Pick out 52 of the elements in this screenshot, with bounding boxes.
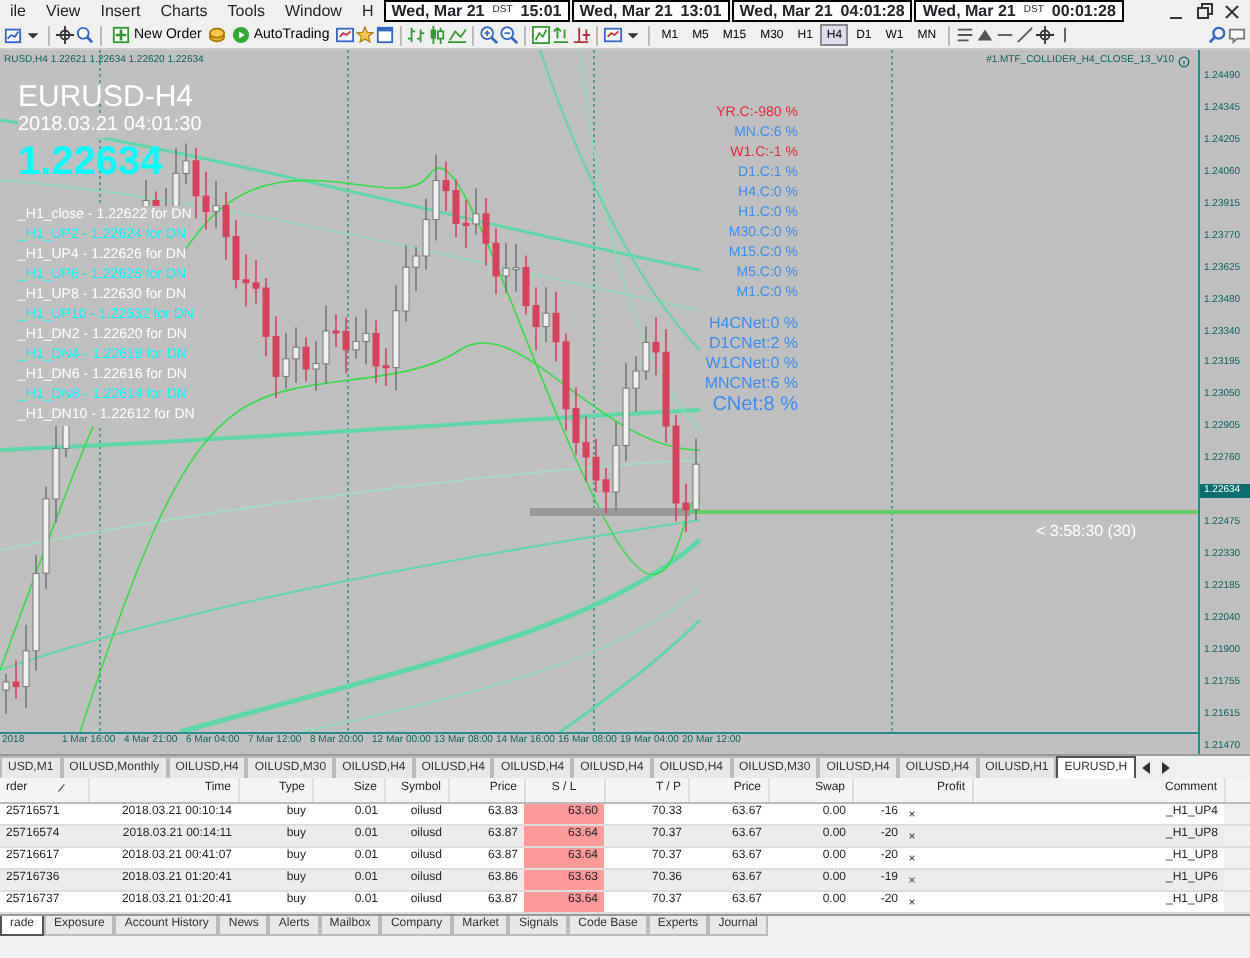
plus-icon[interactable] (112, 26, 130, 44)
menu-item[interactable]: Window (274, 0, 352, 23)
crosshair-icon[interactable] (56, 26, 74, 44)
change-stat: H4CNet:0 % (709, 314, 798, 334)
menu-item[interactable]: Tools (217, 0, 275, 23)
diagonal-line-icon[interactable] (1016, 26, 1035, 44)
clock-date: Wed, Mar 21 (391, 3, 485, 19)
current-price: 1.22634 (18, 138, 163, 186)
menu-item[interactable]: View (36, 0, 91, 23)
clock-date: Wed, Mar 21 (739, 3, 833, 19)
remove-icon[interactable] (906, 829, 918, 841)
remove-icon[interactable] (906, 873, 918, 885)
clock-time: 00:01:28 (1051, 3, 1116, 19)
play-icon[interactable] (231, 26, 250, 44)
chat-icon[interactable] (1228, 26, 1246, 44)
remove-icon[interactable] (906, 895, 918, 907)
menu-item[interactable]: ile (0, 0, 37, 23)
clock-date: Wed, Mar 21 (922, 3, 1016, 19)
timestamp: 2018.03.21 04:01:30 (18, 114, 202, 138)
menu-item[interactable]: H (351, 0, 384, 23)
bar-chart-icon[interactable] (407, 26, 426, 44)
change-stat: MNCNet:6 % (704, 374, 798, 394)
sort-icon[interactable] (55, 781, 68, 794)
change-stat: CNet:8 % (712, 394, 798, 418)
restore-icon[interactable] (1194, 1, 1214, 21)
coins-icon[interactable] (207, 26, 226, 44)
menu-item[interactable]: Insert (90, 0, 151, 23)
menu-item[interactable]: Charts (150, 0, 218, 23)
close-icon[interactable] (1222, 1, 1242, 21)
window-icon[interactable] (375, 26, 394, 44)
magnifier-icon[interactable] (76, 26, 94, 44)
candlestick-icon[interactable] (427, 26, 446, 44)
remove-icon[interactable] (906, 807, 918, 819)
list-icon[interactable] (956, 26, 975, 44)
crosshair-icon[interactable] (1036, 26, 1055, 44)
triangle-icon[interactable] (976, 26, 995, 44)
line-chart-icon[interactable] (447, 26, 466, 44)
search-icon[interactable] (1208, 26, 1226, 44)
info-icon (1178, 55, 1190, 68)
change-stat: W1CNet:0 % (705, 354, 798, 374)
clock-time: 04:01:28 (840, 3, 905, 19)
remove-icon[interactable] (906, 851, 918, 863)
clock-time: 15:01 (520, 3, 562, 19)
zoom-out-icon[interactable] (499, 26, 518, 44)
star-icon[interactable] (355, 26, 374, 44)
change-stat: D1CNet:2 % (709, 334, 798, 354)
symbol-title: EURUSD-H4 (18, 80, 194, 114)
chart-window-icon[interactable] (4, 26, 22, 44)
clock-date: Wed, Mar 21 (579, 3, 673, 19)
zoom-in-icon[interactable] (479, 26, 498, 44)
bar-countdown: < 3:58:30 (30) (1036, 520, 1137, 544)
clock-time: 13:01 (680, 3, 722, 19)
